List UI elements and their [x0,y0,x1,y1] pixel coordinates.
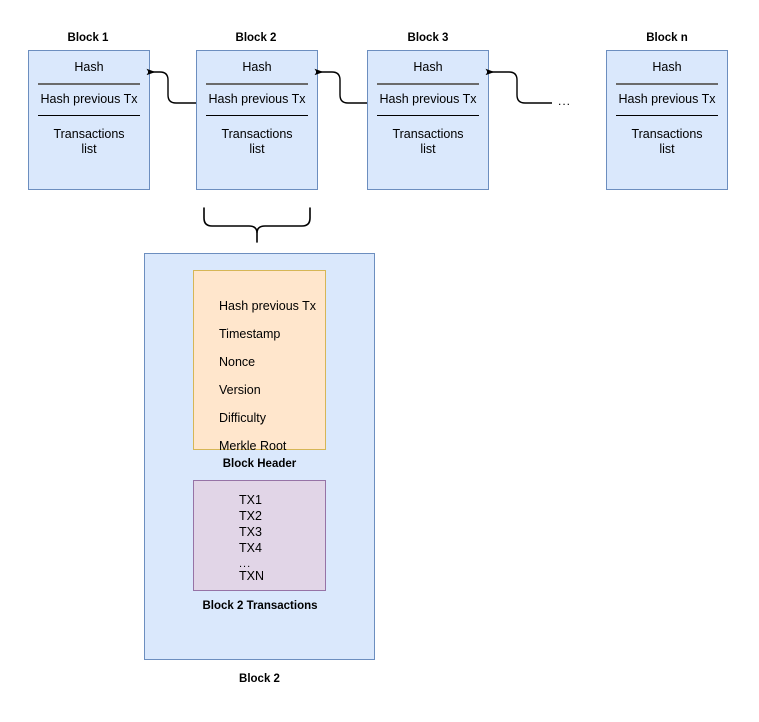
block-1-prev-hash-label: Hash previous Tx [40,92,138,106]
block-1-transactions-line-1: Transactions [53,127,125,141]
chain-block-1[interactable]: Hash Hash previous Tx Transactions list [28,50,150,190]
arrow-block3-to-block2 [314,68,367,104]
block-1-transactions-label: Transactions list [29,127,149,157]
block-title-block-1: Block 1 [67,32,109,44]
block-2-transactions-line-1: Transactions [221,127,293,141]
block-2-transactions-line-2: list [249,142,265,156]
transaction-item-tx2: TX2 [239,509,262,523]
arrow-chain-tail-to-block3 [485,68,552,104]
block-transactions-box[interactable]: TX1 TX2 TX3 TX4 ... TXN [193,480,326,591]
header-field-nonce: Nonce [219,355,256,369]
block-2-prev-hash-label: Hash previous Tx [208,92,306,106]
block-3-transactions-line-1: Transactions [392,127,464,141]
block-2-divider-thin [206,115,308,116]
block-n-prev-hash-label: Hash previous Tx [618,92,716,106]
block-n-divider-thin [616,115,718,116]
diagram-canvas: Block 1 Hash Hash previous Tx Transactio… [0,0,759,722]
expanded-block-2-caption: Block 2 [239,673,280,685]
transaction-item-txn: TXN [239,569,264,583]
header-field-merkle-root: Merkle Root [219,439,287,453]
block-title-block-n: Block n [646,32,688,44]
block-title-block-3: Block 3 [407,32,449,44]
block-header-box[interactable]: Hash previous Tx Timestamp Nonce Version… [193,270,326,453]
block-3-transactions-line-2: list [420,142,436,156]
block-1-transactions-line-2: list [81,142,97,156]
header-field-difficulty: Difficulty [219,411,267,425]
block-transactions-caption: Block 2 Transactions [202,600,318,612]
transaction-item-tx1: TX1 [239,493,262,507]
block-2-transactions-label: Transactions list [197,127,317,157]
header-field-hash-previous-tx: Hash previous Tx [219,299,317,313]
block-2-hash-label: Hash [242,60,272,74]
chain-block-2[interactable]: Hash Hash previous Tx Transactions list [196,50,318,190]
chain-block-n[interactable]: Hash Hash previous Tx Transactions list [606,50,728,190]
transaction-item-tx3: TX3 [239,525,262,539]
chain-ellipsis: ... [558,94,572,108]
arrow-block2-to-block1 [146,68,196,104]
block-title-block-2: Block 2 [235,32,277,44]
header-field-timestamp: Timestamp [219,327,281,341]
block-3-prev-hash-label: Hash previous Tx [379,92,477,106]
block-3-hash-label: Hash [413,60,443,74]
block-n-transactions-line-1: Transactions [631,127,703,141]
transaction-item-tx4: TX4 [239,541,262,555]
block-n-hash-label: Hash [652,60,682,74]
brace-block2-expansion [203,207,311,234]
block-3-divider-thin [377,115,479,116]
chain-block-3[interactable]: Hash Hash previous Tx Transactions list [367,50,489,190]
block-n-transactions-label: Transactions list [607,127,727,157]
block-header-caption: Block Header [222,458,297,470]
block-n-transactions-line-2: list [659,142,675,156]
block-3-transactions-label: Transactions list [368,127,488,157]
header-field-version: Version [219,383,261,397]
block-1-divider-thin [38,115,140,116]
block-1-hash-label: Hash [74,60,104,74]
expanded-block-2-container[interactable]: Hash previous Tx Timestamp Nonce Version… [144,253,375,660]
